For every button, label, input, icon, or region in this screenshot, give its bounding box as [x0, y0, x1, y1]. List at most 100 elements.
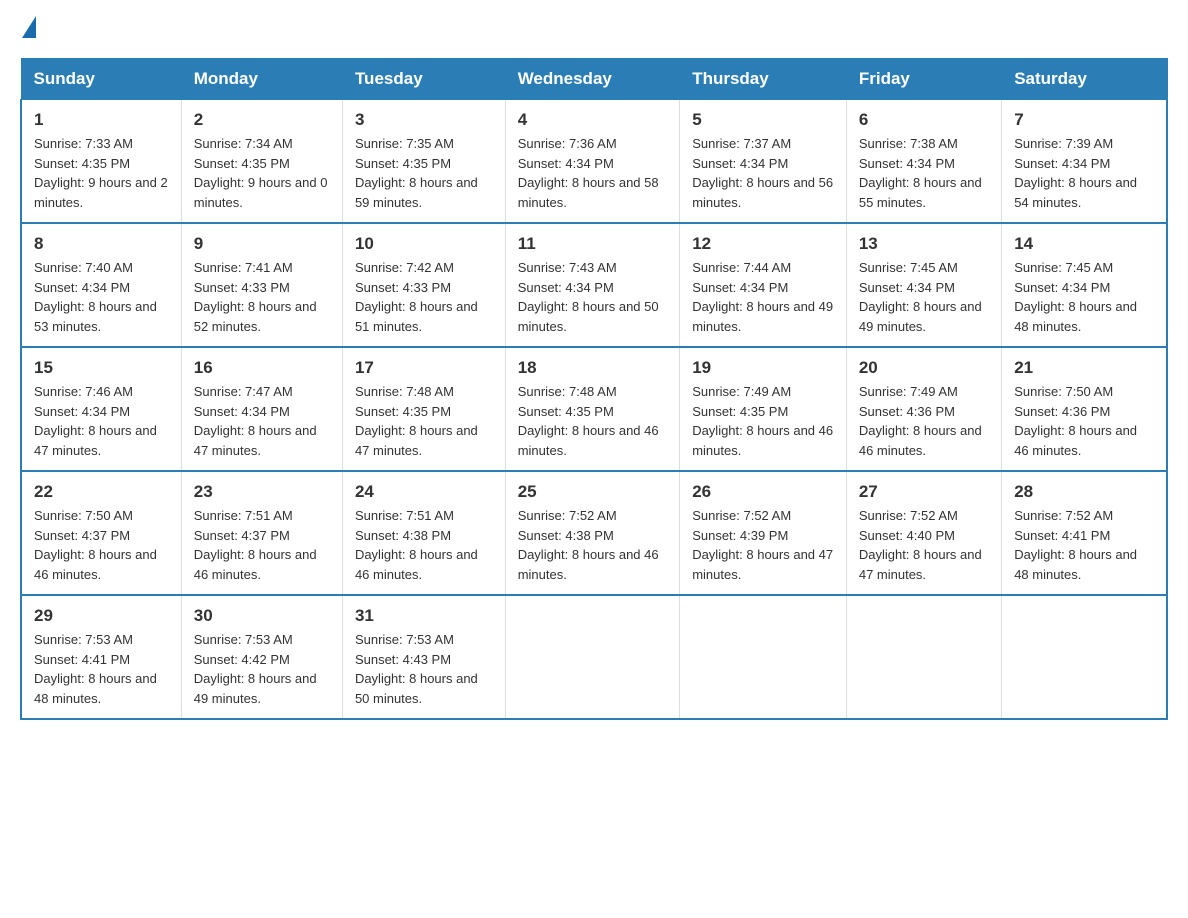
- day-number: 9: [194, 234, 330, 254]
- week-row-1: 1 Sunrise: 7:33 AMSunset: 4:35 PMDayligh…: [21, 100, 1167, 224]
- day-info: Sunrise: 7:43 AMSunset: 4:34 PMDaylight:…: [518, 258, 668, 336]
- week-row-2: 8 Sunrise: 7:40 AMSunset: 4:34 PMDayligh…: [21, 223, 1167, 347]
- calendar-cell: 1 Sunrise: 7:33 AMSunset: 4:35 PMDayligh…: [21, 100, 181, 224]
- day-info: Sunrise: 7:44 AMSunset: 4:34 PMDaylight:…: [692, 258, 834, 336]
- day-info: Sunrise: 7:50 AMSunset: 4:36 PMDaylight:…: [1014, 382, 1154, 460]
- day-info: Sunrise: 7:46 AMSunset: 4:34 PMDaylight:…: [34, 382, 169, 460]
- calendar-cell: 16 Sunrise: 7:47 AMSunset: 4:34 PMDaylig…: [181, 347, 342, 471]
- day-number: 21: [1014, 358, 1154, 378]
- calendar-cell: 3 Sunrise: 7:35 AMSunset: 4:35 PMDayligh…: [342, 100, 505, 224]
- day-number: 17: [355, 358, 493, 378]
- day-info: Sunrise: 7:35 AMSunset: 4:35 PMDaylight:…: [355, 134, 493, 212]
- calendar-cell: 21 Sunrise: 7:50 AMSunset: 4:36 PMDaylig…: [1002, 347, 1167, 471]
- calendar-cell: 14 Sunrise: 7:45 AMSunset: 4:34 PMDaylig…: [1002, 223, 1167, 347]
- day-header-saturday: Saturday: [1002, 59, 1167, 100]
- day-info: Sunrise: 7:45 AMSunset: 4:34 PMDaylight:…: [1014, 258, 1154, 336]
- calendar-cell: 22 Sunrise: 7:50 AMSunset: 4:37 PMDaylig…: [21, 471, 181, 595]
- day-info: Sunrise: 7:51 AMSunset: 4:37 PMDaylight:…: [194, 506, 330, 584]
- calendar-cell: 17 Sunrise: 7:48 AMSunset: 4:35 PMDaylig…: [342, 347, 505, 471]
- day-info: Sunrise: 7:52 AMSunset: 4:39 PMDaylight:…: [692, 506, 834, 584]
- day-info: Sunrise: 7:41 AMSunset: 4:33 PMDaylight:…: [194, 258, 330, 336]
- day-number: 18: [518, 358, 668, 378]
- day-info: Sunrise: 7:48 AMSunset: 4:35 PMDaylight:…: [518, 382, 668, 460]
- calendar-cell: 13 Sunrise: 7:45 AMSunset: 4:34 PMDaylig…: [846, 223, 1001, 347]
- day-info: Sunrise: 7:50 AMSunset: 4:37 PMDaylight:…: [34, 506, 169, 584]
- calendar-header: SundayMondayTuesdayWednesdayThursdayFrid…: [21, 59, 1167, 100]
- logo: [20, 20, 36, 38]
- day-info: Sunrise: 7:52 AMSunset: 4:41 PMDaylight:…: [1014, 506, 1154, 584]
- day-info: Sunrise: 7:49 AMSunset: 4:36 PMDaylight:…: [859, 382, 989, 460]
- day-info: Sunrise: 7:49 AMSunset: 4:35 PMDaylight:…: [692, 382, 834, 460]
- calendar-cell: 15 Sunrise: 7:46 AMSunset: 4:34 PMDaylig…: [21, 347, 181, 471]
- day-number: 12: [692, 234, 834, 254]
- day-number: 10: [355, 234, 493, 254]
- day-number: 15: [34, 358, 169, 378]
- calendar-cell: 28 Sunrise: 7:52 AMSunset: 4:41 PMDaylig…: [1002, 471, 1167, 595]
- day-info: Sunrise: 7:47 AMSunset: 4:34 PMDaylight:…: [194, 382, 330, 460]
- calendar-body: 1 Sunrise: 7:33 AMSunset: 4:35 PMDayligh…: [21, 100, 1167, 720]
- calendar-cell: 23 Sunrise: 7:51 AMSunset: 4:37 PMDaylig…: [181, 471, 342, 595]
- day-number: 11: [518, 234, 668, 254]
- calendar-cell: 31 Sunrise: 7:53 AMSunset: 4:43 PMDaylig…: [342, 595, 505, 719]
- day-header-friday: Friday: [846, 59, 1001, 100]
- day-info: Sunrise: 7:48 AMSunset: 4:35 PMDaylight:…: [355, 382, 493, 460]
- day-number: 23: [194, 482, 330, 502]
- week-row-5: 29 Sunrise: 7:53 AMSunset: 4:41 PMDaylig…: [21, 595, 1167, 719]
- day-header-wednesday: Wednesday: [505, 59, 680, 100]
- calendar-cell: 9 Sunrise: 7:41 AMSunset: 4:33 PMDayligh…: [181, 223, 342, 347]
- day-number: 4: [518, 110, 668, 130]
- calendar-cell: 8 Sunrise: 7:40 AMSunset: 4:34 PMDayligh…: [21, 223, 181, 347]
- day-number: 20: [859, 358, 989, 378]
- calendar-cell: 11 Sunrise: 7:43 AMSunset: 4:34 PMDaylig…: [505, 223, 680, 347]
- calendar-cell: 7 Sunrise: 7:39 AMSunset: 4:34 PMDayligh…: [1002, 100, 1167, 224]
- page-header: [20, 20, 1168, 38]
- day-number: 5: [692, 110, 834, 130]
- day-number: 26: [692, 482, 834, 502]
- day-info: Sunrise: 7:52 AMSunset: 4:40 PMDaylight:…: [859, 506, 989, 584]
- calendar-cell: 27 Sunrise: 7:52 AMSunset: 4:40 PMDaylig…: [846, 471, 1001, 595]
- week-row-4: 22 Sunrise: 7:50 AMSunset: 4:37 PMDaylig…: [21, 471, 1167, 595]
- day-info: Sunrise: 7:52 AMSunset: 4:38 PMDaylight:…: [518, 506, 668, 584]
- day-info: Sunrise: 7:38 AMSunset: 4:34 PMDaylight:…: [859, 134, 989, 212]
- day-info: Sunrise: 7:53 AMSunset: 4:41 PMDaylight:…: [34, 630, 169, 708]
- calendar-cell: 26 Sunrise: 7:52 AMSunset: 4:39 PMDaylig…: [680, 471, 847, 595]
- calendar-cell: 29 Sunrise: 7:53 AMSunset: 4:41 PMDaylig…: [21, 595, 181, 719]
- day-header-tuesday: Tuesday: [342, 59, 505, 100]
- calendar-cell: 5 Sunrise: 7:37 AMSunset: 4:34 PMDayligh…: [680, 100, 847, 224]
- day-info: Sunrise: 7:51 AMSunset: 4:38 PMDaylight:…: [355, 506, 493, 584]
- day-header-row: SundayMondayTuesdayWednesdayThursdayFrid…: [21, 59, 1167, 100]
- day-number: 14: [1014, 234, 1154, 254]
- day-info: Sunrise: 7:53 AMSunset: 4:42 PMDaylight:…: [194, 630, 330, 708]
- day-number: 2: [194, 110, 330, 130]
- day-info: Sunrise: 7:42 AMSunset: 4:33 PMDaylight:…: [355, 258, 493, 336]
- day-header-thursday: Thursday: [680, 59, 847, 100]
- day-header-monday: Monday: [181, 59, 342, 100]
- day-number: 7: [1014, 110, 1154, 130]
- day-number: 19: [692, 358, 834, 378]
- day-info: Sunrise: 7:39 AMSunset: 4:34 PMDaylight:…: [1014, 134, 1154, 212]
- day-number: 8: [34, 234, 169, 254]
- day-number: 31: [355, 606, 493, 626]
- day-info: Sunrise: 7:36 AMSunset: 4:34 PMDaylight:…: [518, 134, 668, 212]
- day-number: 24: [355, 482, 493, 502]
- day-info: Sunrise: 7:37 AMSunset: 4:34 PMDaylight:…: [692, 134, 834, 212]
- day-number: 29: [34, 606, 169, 626]
- week-row-3: 15 Sunrise: 7:46 AMSunset: 4:34 PMDaylig…: [21, 347, 1167, 471]
- calendar-cell: [680, 595, 847, 719]
- day-info: Sunrise: 7:45 AMSunset: 4:34 PMDaylight:…: [859, 258, 989, 336]
- calendar-cell: 4 Sunrise: 7:36 AMSunset: 4:34 PMDayligh…: [505, 100, 680, 224]
- day-number: 13: [859, 234, 989, 254]
- day-number: 25: [518, 482, 668, 502]
- calendar-cell: 24 Sunrise: 7:51 AMSunset: 4:38 PMDaylig…: [342, 471, 505, 595]
- logo-triangle-icon: [22, 16, 36, 38]
- calendar-cell: [846, 595, 1001, 719]
- day-number: 6: [859, 110, 989, 130]
- calendar-cell: [1002, 595, 1167, 719]
- day-number: 3: [355, 110, 493, 130]
- calendar-cell: 25 Sunrise: 7:52 AMSunset: 4:38 PMDaylig…: [505, 471, 680, 595]
- calendar-cell: 10 Sunrise: 7:42 AMSunset: 4:33 PMDaylig…: [342, 223, 505, 347]
- calendar-cell: 12 Sunrise: 7:44 AMSunset: 4:34 PMDaylig…: [680, 223, 847, 347]
- day-info: Sunrise: 7:34 AMSunset: 4:35 PMDaylight:…: [194, 134, 330, 212]
- calendar-cell: [505, 595, 680, 719]
- day-info: Sunrise: 7:40 AMSunset: 4:34 PMDaylight:…: [34, 258, 169, 336]
